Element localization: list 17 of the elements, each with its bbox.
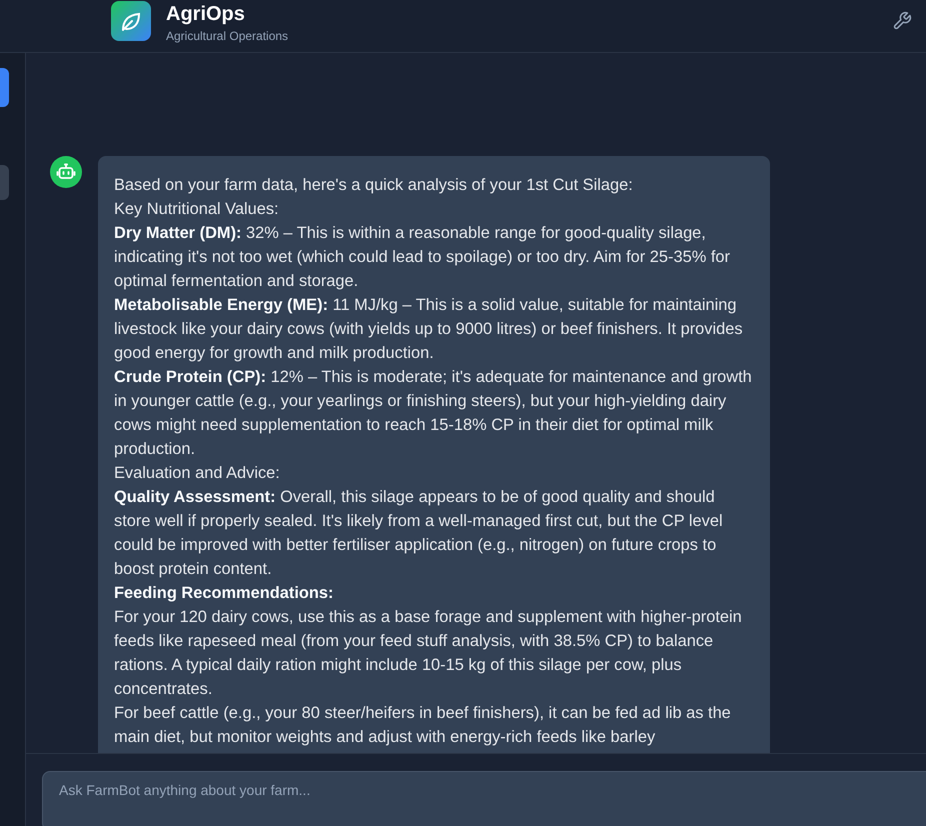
wrench-icon[interactable] bbox=[892, 11, 912, 31]
message-text: Quality Assessment: Overall, this silage appears to be of good quality and should store well if properly sealed. It's likely from a well-managed first cut, but the CP level could be improved with better fertiliser application (e.g., nitrogen) on future crops to boost protein content. bbox=[114, 487, 724, 580]
app-title: AgriOps bbox=[166, 2, 246, 26]
message-text: Feeding Recommendations: bbox=[114, 583, 334, 604]
message-text: Metabolisable Energy (ME): 11 MJ/kg – This is a solid value, suitable for maintaining livestock like your dairy cows (with yields up to 9000 litres) or beef finishers. It provides good energy for growth and milk production. bbox=[114, 295, 744, 364]
message-text: For your 120 dairy cows, use this as a base forage and supplement with higher-protein feeds like rapeseed meal (from your feed stuff analysis, with 38.5% CP) to balance rations. A typical daily ration might include 10-15 kg of this silage per cow, plus concentrates. bbox=[114, 607, 743, 700]
message-text: Dry Matter (DM): 32% – This is within a reasonable range for good-quality silage, indicating it's not too wet (which could lead to spoilage) or too dry. Aim for 25-35% for optimal fermentation and storage. bbox=[114, 223, 731, 292]
bot-avatar-icon bbox=[50, 156, 82, 188]
message-text: Based on your farm data, here's a quick analysis of your 1st Cut Silage: bbox=[114, 175, 634, 196]
message-input[interactable]: Ask FarmBot anything about your farm... bbox=[42, 771, 926, 826]
app-subtitle: Agricultural Operations bbox=[166, 29, 288, 43]
leaf-logo-icon bbox=[111, 1, 151, 41]
sidebar-item[interactable] bbox=[0, 68, 9, 107]
message-text: Key Nutritional Values: bbox=[114, 199, 280, 220]
message-text: For beef cattle (e.g., your 80 steer/heifers in beef finishers), it can be fed ad lib as the main diet, but monitor weights and adjust with energy-rich feeds like barley bbox=[114, 703, 732, 748]
message-text: Evaluation and Advice: bbox=[114, 463, 281, 484]
message-text: Crude Protein (CP): 12% – This is moderate; it's adequate for maintenance and growth in younger cattle (e.g., your yearlings or finishing steers), but your high-yielding dairy cows might need supplementation to reach 15-18% CP in their diet for optimal milk production. bbox=[114, 367, 753, 460]
